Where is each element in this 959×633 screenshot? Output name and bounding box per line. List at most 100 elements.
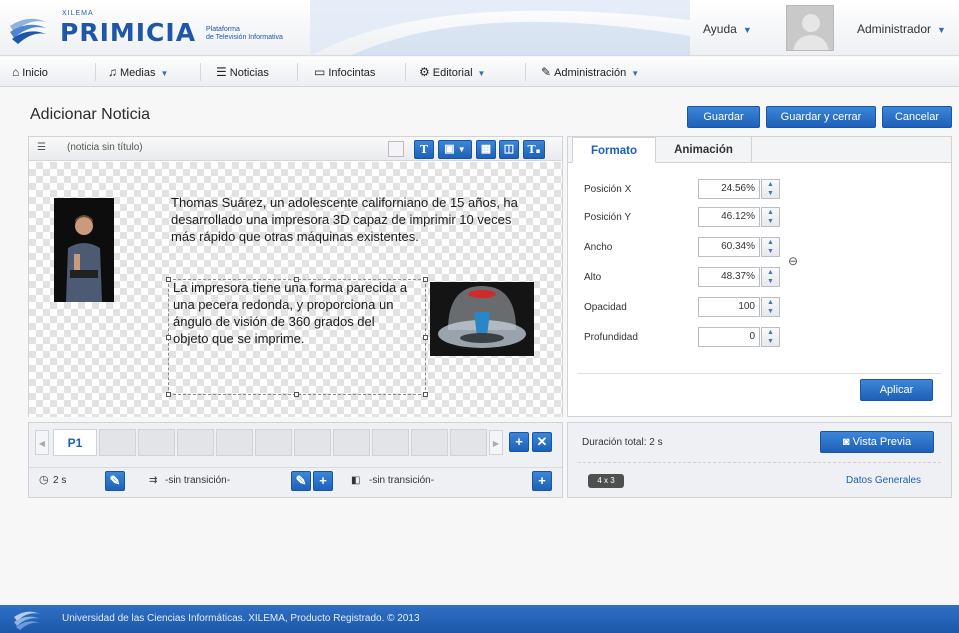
chevron-up-icon: ▲ — [767, 239, 774, 246]
position-y-stepper[interactable]: ▲ ▼ — [761, 207, 780, 227]
news-photo-printer[interactable] — [430, 282, 534, 356]
edit-transition-in-button[interactable]: ✎ — [291, 471, 311, 491]
add-transition-in-button[interactable]: + — [313, 471, 333, 491]
save-button[interactable]: Guardar — [687, 106, 760, 128]
user-menu[interactable]: Administrador ▼ — [857, 22, 946, 36]
edit-duration-button[interactable]: ✎ — [105, 471, 125, 491]
brand-name: PRIMICIA — [60, 18, 197, 47]
transition-in-icon: ⇉ — [149, 475, 158, 486]
transition-out-label: -sin transición- — [369, 475, 435, 486]
position-y-input[interactable]: 46.12% — [698, 207, 760, 227]
cancel-button[interactable]: Cancelar — [882, 106, 952, 128]
page-thumb-empty[interactable] — [333, 429, 370, 456]
columns-layout-button[interactable]: ◫ — [499, 140, 519, 159]
page-thumb-empty[interactable] — [294, 429, 331, 456]
position-x-input[interactable]: 24.56% — [698, 179, 760, 199]
page-thumb-empty[interactable] — [372, 429, 409, 456]
header-swoosh-graphic — [310, 0, 690, 56]
preview-label: Vista Previa — [852, 436, 912, 448]
main-nav: ⌂ Inicio ♫ Medias ▼ ☰ Noticias ▭ Infocintas ⚙… — [0, 57, 959, 87]
image-icon: ▣ — [444, 143, 455, 155]
news-paragraph-2[interactable]: La impresora tiene una forma parecida a … — [173, 279, 413, 347]
boy-photo-image — [54, 198, 114, 302]
page-thumb-empty[interactable] — [255, 429, 292, 456]
aspect-ratio-badge[interactable]: 4 x 3 — [588, 474, 624, 488]
page-thumb-empty[interactable] — [177, 429, 214, 456]
width-input[interactable]: 60.34% — [698, 237, 760, 257]
apply-button[interactable]: Aplicar — [860, 379, 933, 401]
opacity-input[interactable]: 100 — [698, 297, 760, 317]
aspect-lock-link-icon[interactable]: ⊖ — [788, 254, 798, 268]
plus-icon: + — [319, 473, 327, 488]
nav-item-administracion[interactable]: ✎ Administración ▼ — [541, 57, 639, 87]
height-input[interactable]: 48.37% — [698, 267, 760, 287]
nav-item-label: Administración — [554, 67, 627, 79]
page-thumb-current[interactable]: P1 — [53, 429, 97, 456]
page-thumb-empty[interactable] — [216, 429, 253, 456]
title-tool-subicon: ▪ — [535, 146, 541, 155]
footer-logo-icon — [14, 611, 40, 630]
depth-input[interactable]: 0 — [698, 327, 760, 347]
opacity-stepper[interactable]: ▲ ▼ — [761, 297, 780, 317]
preview-button[interactable]: ◙ Vista Previa — [820, 431, 934, 453]
transparency-toggle-icon[interactable] — [388, 141, 404, 157]
resize-handle-r[interactable] — [423, 335, 428, 340]
nav-item-editorial[interactable]: ⚙ Editorial ▼ — [419, 57, 485, 87]
pages-prev-button[interactable]: ◀ — [35, 430, 49, 455]
editor-toolbar: ☰ (noticia sin título) T ▣ ▼ ▦ ◫ T▪ — [29, 137, 562, 161]
page-thumb-empty[interactable] — [450, 429, 487, 456]
nav-item-medias[interactable]: ♫ Medias ▼ — [108, 57, 168, 87]
page-duration: 2 s — [53, 475, 67, 486]
add-page-button[interactable]: + — [509, 432, 529, 452]
brand-top-label: XILEMA — [62, 10, 94, 17]
text-tool-button[interactable]: T — [414, 140, 434, 159]
brand-subtitle-line2: de Televisión Informativa — [206, 34, 283, 41]
add-transition-out-button[interactable]: + — [532, 471, 552, 491]
resize-handle-l[interactable] — [166, 335, 171, 340]
user-silhouette-icon — [793, 14, 829, 50]
nav-divider — [95, 63, 96, 81]
width-stepper[interactable]: ▲ ▼ — [761, 237, 780, 257]
page-thumb-empty[interactable] — [411, 429, 448, 456]
chevron-up-icon: ▲ — [767, 181, 774, 188]
nav-item-inicio[interactable]: ⌂ Inicio — [12, 57, 48, 87]
tab-formato[interactable]: Formato — [572, 137, 656, 163]
nav-divider — [405, 63, 406, 81]
image-tool-button[interactable]: ▣ ▼ — [438, 140, 472, 159]
page-thumb-empty[interactable] — [99, 429, 136, 456]
grid-layout-button[interactable]: ▦ — [476, 140, 496, 159]
pages-panel: ◀ P1 ▶ + ✕ ◷ 2 s ✎ ⇉ -sin transición- ✎ … — [28, 422, 563, 498]
tab-animacion[interactable]: Animación — [656, 137, 752, 163]
resize-handle-br[interactable] — [423, 392, 428, 397]
brand-subtitle: Plataforma de Televisión Informativa — [206, 26, 283, 42]
depth-stepper[interactable]: ▲ ▼ — [761, 327, 780, 347]
music-note-icon: ♫ — [108, 65, 117, 79]
delete-page-button[interactable]: ✕ — [532, 432, 552, 452]
nav-item-label: Noticias — [229, 67, 269, 79]
nav-item-noticias[interactable]: ☰ Noticias — [216, 57, 269, 87]
home-icon: ⌂ — [12, 65, 20, 79]
printer-photo-image — [430, 282, 534, 356]
help-menu[interactable]: Ayuda ▼ — [703, 22, 752, 36]
app-header: XILEMA PRIMICIA Plataforma de Televisión… — [0, 0, 959, 56]
chevron-up-icon: ▲ — [767, 329, 774, 336]
nav-item-infocintas[interactable]: ▭ Infocintas — [314, 57, 375, 87]
avatar[interactable] — [786, 5, 834, 51]
resize-handle-b[interactable] — [294, 392, 299, 397]
page-thumb-empty[interactable] — [138, 429, 175, 456]
news-title-label[interactable]: (noticia sin título) — [67, 142, 143, 153]
title-tool-button[interactable]: T▪ — [523, 140, 545, 159]
save-and-close-button[interactable]: Guardar y cerrar — [766, 106, 876, 128]
news-canvas[interactable]: Thomas Suárez, un adolescente california… — [29, 162, 562, 417]
general-data-link[interactable]: Datos Generales — [846, 475, 921, 486]
resize-handle-bl[interactable] — [166, 392, 171, 397]
news-paragraph-1[interactable]: Thomas Suárez, un adolescente california… — [171, 194, 531, 245]
position-x-stepper[interactable]: ▲ ▼ — [761, 179, 780, 199]
user-menu-label: Administrador — [857, 22, 932, 36]
height-stepper[interactable]: ▲ ▼ — [761, 267, 780, 287]
resize-handle-tr[interactable] — [423, 277, 428, 282]
chevron-up-icon: ▲ — [767, 209, 774, 216]
news-photo-boy[interactable] — [54, 198, 114, 302]
pages-next-button[interactable]: ▶ — [489, 430, 503, 455]
resize-handle-tl[interactable] — [166, 277, 171, 282]
